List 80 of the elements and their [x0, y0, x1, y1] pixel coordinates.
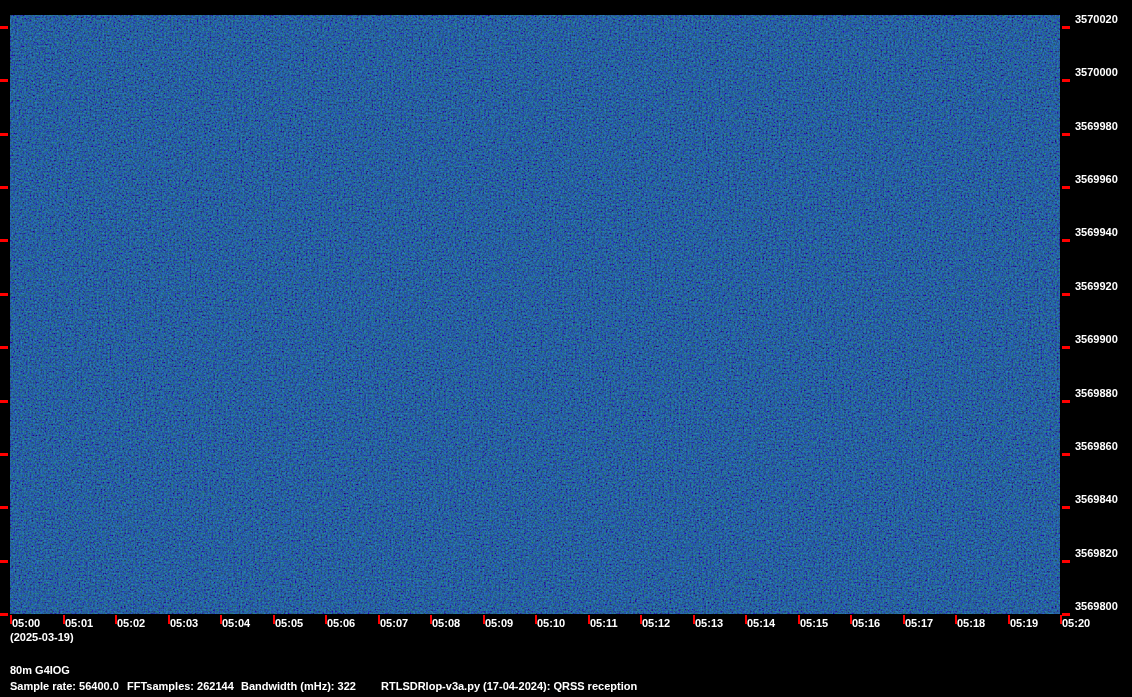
- info-text: Bandwidth (mHz): 322: [241, 680, 357, 693]
- tick-mark: [693, 615, 695, 624]
- tick-mark: [273, 615, 275, 624]
- tick-mark: [955, 615, 957, 624]
- time-label: 05:05: [275, 617, 304, 630]
- tick-mark: [1062, 560, 1070, 563]
- tick-mark: [745, 615, 747, 624]
- info-text: Sample rate: 56400.0: [10, 680, 120, 693]
- frequency-label: 3569980: [1075, 120, 1118, 133]
- tick-mark: [0, 346, 8, 349]
- tick-mark: [1062, 186, 1070, 189]
- frequency-label: 3569920: [1075, 280, 1118, 293]
- tick-mark: [378, 615, 380, 624]
- frequency-label: 3569800: [1075, 600, 1118, 613]
- info-text: RTLSDRlop-v3a.py (17-04-2024): QRSS reception: [381, 680, 639, 693]
- time-label: 05:17: [905, 617, 934, 630]
- time-label: 05:11: [590, 617, 618, 630]
- tick-mark: [1062, 453, 1070, 456]
- station-label: 80m G4IOG: [10, 664, 71, 677]
- tick-mark: [1062, 239, 1070, 242]
- time-label: 05:09: [485, 617, 514, 630]
- tick-mark: [1008, 615, 1010, 624]
- time-label: 05:20: [1062, 617, 1091, 630]
- tick-mark: [0, 79, 8, 82]
- time-label: 05:16: [852, 617, 881, 630]
- tick-mark: [63, 615, 65, 624]
- tick-mark: [220, 615, 222, 624]
- tick-mark: [850, 615, 852, 624]
- time-label: 05:01: [65, 617, 94, 630]
- tick-mark: [0, 400, 8, 403]
- tick-mark: [483, 615, 485, 624]
- time-label: 05:07: [380, 617, 409, 630]
- frequency-label: 3569860: [1075, 440, 1118, 453]
- tick-mark: [903, 615, 905, 624]
- date-label: (2025-03-19): [10, 631, 75, 644]
- time-label: 05:08: [432, 617, 461, 630]
- tick-mark: [0, 26, 8, 29]
- time-label: 05:19: [1010, 617, 1039, 630]
- tick-mark: [0, 133, 8, 136]
- info-text: FFTsamples: 262144: [127, 680, 235, 693]
- tick-mark: [430, 615, 432, 624]
- tick-mark: [325, 615, 327, 624]
- tick-mark: [1062, 133, 1070, 136]
- time-label: 05:13: [695, 617, 724, 630]
- frequency-label: 3570020: [1075, 13, 1118, 26]
- time-label: 05:15: [800, 617, 829, 630]
- frequency-label: 3570000: [1075, 66, 1118, 79]
- tick-mark: [1062, 26, 1070, 29]
- tick-mark: [0, 239, 8, 242]
- tick-mark: [115, 615, 117, 624]
- time-label: 05:18: [957, 617, 986, 630]
- time-label: 05:06: [327, 617, 356, 630]
- tick-mark: [535, 615, 537, 624]
- tick-mark: [0, 560, 8, 563]
- frequency-label: 3569940: [1075, 226, 1118, 239]
- tick-mark: [640, 615, 642, 624]
- frequency-label: 3569820: [1075, 547, 1118, 560]
- tick-mark: [1062, 346, 1070, 349]
- tick-mark: [0, 453, 8, 456]
- tick-mark: [588, 615, 590, 624]
- tick-mark: [0, 186, 8, 189]
- time-label: 05:12: [642, 617, 671, 630]
- tick-mark: [798, 615, 800, 624]
- tick-mark: [0, 506, 8, 509]
- frequency-label: 3569840: [1075, 493, 1118, 506]
- time-label: 05:02: [117, 617, 146, 630]
- frequency-label: 3569900: [1075, 333, 1118, 346]
- time-label: 05:14: [747, 617, 776, 630]
- tick-mark: [0, 293, 8, 296]
- frequency-label: 3569880: [1075, 387, 1118, 400]
- tick-mark: [1062, 506, 1070, 509]
- time-label: 05:00: [12, 617, 41, 630]
- time-label: 05:04: [222, 617, 251, 630]
- frequency-label: 3569960: [1075, 173, 1118, 186]
- tick-mark: [1062, 400, 1070, 403]
- tick-mark: [1062, 79, 1070, 82]
- tick-mark: [1062, 293, 1070, 296]
- time-label: 05:10: [537, 617, 566, 630]
- tick-mark: [168, 615, 170, 624]
- time-label: 05:03: [170, 617, 199, 630]
